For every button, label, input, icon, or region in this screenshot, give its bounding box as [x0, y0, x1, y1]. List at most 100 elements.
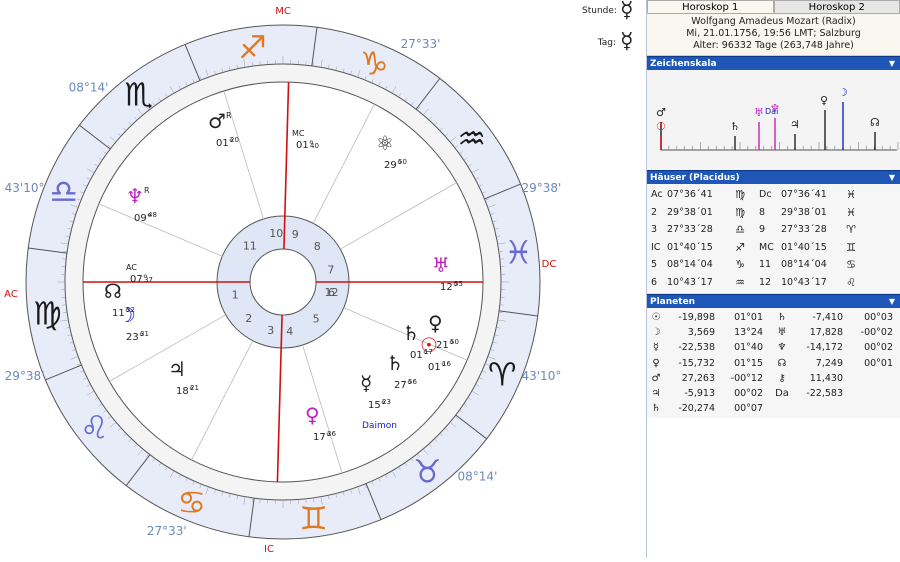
house-number: 7: [327, 263, 334, 276]
planet-row: ☿-22,53801°40♆-14,17200°02: [647, 340, 900, 355]
house-as: ♍: [721, 206, 759, 219]
zodiac-sign-icon: ♐: [238, 28, 267, 66]
chart-name: Wolfgang Amadeus Mozart (Radix): [647, 16, 900, 28]
house-av: 08°14´04: [667, 259, 721, 270]
planet-v2: -7,410: [797, 312, 843, 323]
tab-horoskop-2[interactable]: Horoskop 2: [774, 0, 900, 13]
daimon-label: Daimon: [362, 421, 397, 431]
collapse-arrow-icon[interactable]: ▼: [889, 171, 895, 185]
planet-v: -19,898: [665, 312, 715, 323]
planet-v: 27,263: [665, 373, 715, 384]
planet-row: ♂27,263-00°12⚷11,430: [647, 371, 900, 386]
mercury-day-icon: ☿: [620, 31, 634, 53]
house-number: 1: [232, 289, 239, 302]
zodiac-sign-icon: ♋: [177, 483, 206, 521]
house-av: 07°36´41: [667, 189, 721, 200]
zodiac-sign-icon: ♓: [504, 233, 533, 271]
ac-label: AC: [4, 289, 18, 300]
planet-g: ☉: [647, 312, 665, 323]
house-av: 10°43´17: [667, 277, 721, 288]
planet-v2: 7,249: [797, 358, 843, 369]
planet-minute: 48: [148, 211, 157, 219]
house-as: ♑: [721, 258, 759, 271]
retrograde-mark: R: [226, 111, 232, 120]
houses-title: Häuser (Placidus): [650, 173, 740, 183]
house-row: 327°33´28♎927°33´28♈: [647, 221, 900, 239]
planet-d2: 00°03: [843, 312, 893, 323]
house-bs: ♓: [841, 206, 861, 219]
house-b: Dc: [759, 189, 781, 200]
planet-d: 01°15: [715, 358, 767, 369]
house-bs: ♓: [841, 188, 861, 201]
day-ruler: Stunde: ☿ Tag: ☿: [582, 0, 646, 60]
planet-g2: ☊: [767, 358, 797, 369]
house-number: 12: [325, 286, 339, 299]
planet-minute: 16: [442, 360, 451, 368]
collapse-arrow-icon[interactable]: ▼: [889, 57, 895, 71]
planet-glyph-icon: ♅: [432, 253, 450, 277]
tab-horoskop-1[interactable]: Horoskop 1: [647, 0, 774, 13]
planet-g: ☽: [647, 327, 665, 338]
zodiac-sign-icon: ♎: [49, 173, 78, 211]
house-row: 610°43´17♒1210°43´17♌: [647, 274, 900, 292]
planet-minute: 36: [327, 430, 336, 438]
houses-header[interactable]: Häuser (Placidus) ▼: [647, 170, 900, 184]
house-a: 3: [647, 224, 667, 235]
planet-d2: 00°01: [843, 358, 893, 369]
planet-glyph-icon: ♄: [402, 321, 420, 345]
cusp-degree-label: 43'10°: [521, 369, 561, 383]
planet-row: ☉-19,89801°01♄-7,41000°03: [647, 310, 900, 325]
planet-icon: ♀: [820, 94, 828, 107]
house-as: ♐: [721, 241, 759, 254]
house-number: 2: [245, 312, 252, 325]
planet-g: ♂: [647, 373, 665, 384]
planet-glyph-icon: AC: [126, 263, 137, 272]
planet-minute: 50: [398, 158, 407, 166]
planets-title: Planeten: [650, 297, 695, 307]
center-circle: [250, 249, 316, 315]
planet-v: -20,274: [665, 403, 715, 414]
planet-minute: 31: [140, 330, 149, 338]
house-number: 3: [267, 324, 274, 337]
zodiac-sign-icon: ♉: [413, 453, 442, 491]
planet-d: 01°40: [715, 342, 767, 353]
house-b: 8: [759, 207, 781, 218]
collapse-arrow-icon[interactable]: ▼: [889, 295, 895, 309]
planet-row: ♄-20,27400°07: [647, 401, 900, 416]
zodiac-scale-header[interactable]: Zeichenskala ▼: [647, 56, 900, 70]
planet-glyph-icon: MC: [292, 129, 305, 138]
planet-d: 01°01: [715, 312, 767, 323]
planets-header[interactable]: Planeten ▼: [647, 294, 900, 308]
chart-age: Alter: 96332 Tage (263,748 Jahre): [647, 40, 900, 52]
planet-v2: -22,583: [797, 388, 843, 399]
planet-minute: 17: [424, 348, 433, 356]
house-bs: ♋: [841, 258, 861, 271]
zodiac-scale-svg: ♂☉♄♅♆♃♀☽☊Dai: [647, 70, 900, 170]
house-row: 229°38´01♍829°38´01♓: [647, 204, 900, 222]
zodiac-sign-icon: ♊: [299, 500, 328, 538]
house-a: Ac: [647, 189, 667, 200]
planet-row: ☽3,56913°24♅17,828-00°02: [647, 325, 900, 340]
house-number: 9: [292, 228, 299, 241]
planet-v2: -14,172: [797, 342, 843, 353]
retrograde-mark: R: [144, 186, 150, 195]
house-number: 10: [269, 227, 283, 240]
planet-icon: ☊: [870, 116, 880, 129]
cusp-degree-label: 43'10°: [5, 181, 45, 195]
zodiac-sign-icon: ♈: [488, 355, 517, 393]
planet-glyph-icon: ♀: [428, 311, 443, 335]
planet-minute: 21: [190, 384, 199, 392]
planets-table: ☉-19,89801°01♄-7,41000°03☽3,56913°24♅17,…: [647, 308, 900, 418]
planet-icon: ☉: [656, 120, 666, 133]
house-bv: 29°38´01: [781, 207, 841, 218]
planet-v: -15,732: [665, 358, 715, 369]
planet-glyph-icon: ♃: [168, 357, 186, 381]
zodiac-sign-icon: ♒: [457, 120, 486, 158]
side-panel: Horoskop 1 Horoskop 2 Wolfgang Amadeus M…: [646, 0, 900, 558]
horoscope-wheel[interactable]: 123456789101112♍♌♋♊♉♈♓♒♑♐♏♎08°14'27°33'2…: [0, 0, 645, 558]
cusp-degree-label: 29°38': [5, 369, 45, 383]
planet-glyph-icon: ☊: [104, 279, 122, 303]
chart-info: Wolfgang Amadeus Mozart (Radix) Mi, 21.0…: [647, 14, 900, 56]
planet-glyph-icon: ♂: [208, 109, 226, 133]
planet-minute: 55: [454, 280, 463, 288]
